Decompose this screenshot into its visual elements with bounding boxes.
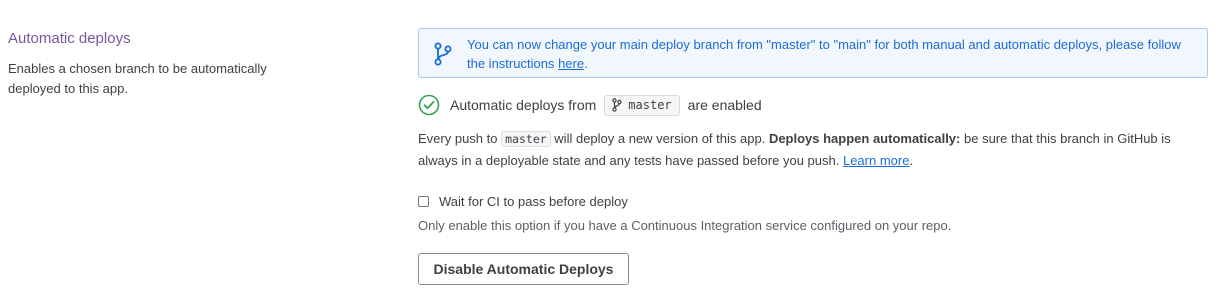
status-suffix: are enabled — [687, 97, 762, 113]
desc-emphasis: Deploys happen automatically: — [768, 131, 961, 146]
branch-badge: master — [604, 94, 680, 116]
status-prefix: Automatic deploys from — [450, 97, 597, 113]
branch-code: master — [501, 131, 551, 147]
section-content: You can now change your main deploy bran… — [418, 28, 1208, 285]
deploy-status: Automatic deploys from master are enable… — [418, 94, 762, 116]
notice-instructions-link[interactable]: here — [558, 56, 584, 71]
ci-help-text: Only enable this option if you have a Co… — [418, 218, 952, 233]
git-branch-icon — [433, 41, 453, 67]
section-title: Automatic deploys — [8, 30, 131, 47]
desc-trailing: . — [909, 153, 914, 168]
section-intro: Automatic deploys Enables a chosen branc… — [8, 28, 308, 99]
desc-text-2: will deploy a new version of this app. — [554, 131, 766, 146]
ci-option[interactable]: Wait for CI to pass before deploy — [418, 194, 628, 209]
notice-trailing: . — [584, 56, 588, 71]
section-description: Enables a chosen branch to be automatica… — [8, 61, 267, 96]
branch-icon — [612, 98, 622, 112]
deploy-description: Every push to master will deploy a new v… — [418, 128, 1208, 171]
check-circle-icon — [418, 94, 440, 116]
notice-banner: You can now change your main deploy bran… — [418, 28, 1208, 78]
notice-message: You can now change your main deploy bran… — [467, 35, 1195, 73]
ci-checkbox-label[interactable]: Wait for CI to pass before deploy — [439, 194, 628, 209]
desc-text-1: Every push to — [418, 131, 498, 146]
learn-more-link[interactable]: Learn more — [843, 153, 909, 168]
ci-checkbox[interactable] — [418, 196, 429, 207]
branch-name: master — [628, 98, 672, 112]
disable-automatic-deploys-button[interactable]: Disable Automatic Deploys — [418, 253, 629, 285]
